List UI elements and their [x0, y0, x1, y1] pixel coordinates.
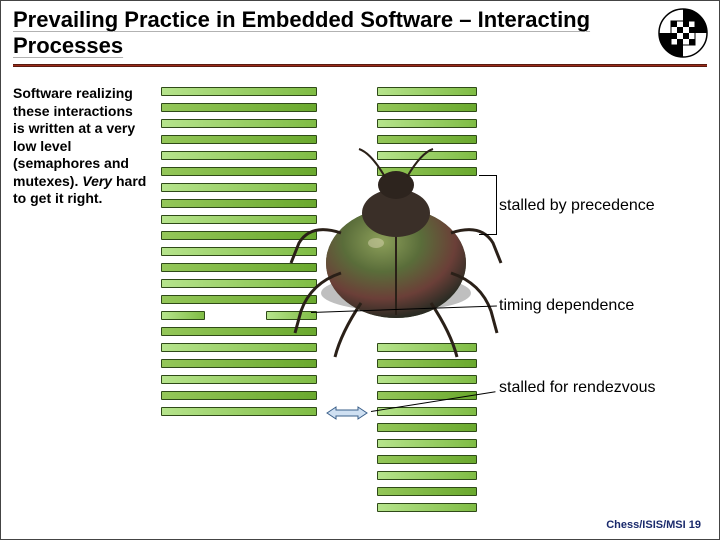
- process-bar: [161, 87, 317, 96]
- title-rule: [13, 64, 707, 67]
- chess-logo: [657, 7, 709, 59]
- process-bar: [377, 87, 477, 96]
- process-bar: [377, 503, 477, 512]
- slide-header: Prevailing Practice in Embedded Software…: [1, 1, 719, 75]
- process-bar: [161, 407, 317, 416]
- annotation-brace: [479, 175, 497, 235]
- footer-credit: Chess/ISIS/MSI 19: [606, 519, 701, 531]
- process-bar: [377, 423, 477, 432]
- annotation-precedence: stalled by precedence: [499, 197, 655, 215]
- process-bar: [161, 391, 317, 400]
- bug-illustration: [281, 143, 511, 373]
- process-bar: [161, 311, 205, 320]
- annotation-rendezvous: stalled for rendezvous: [499, 379, 656, 397]
- slide-content: Software realizing these interactions is…: [1, 79, 719, 539]
- body-paragraph: Software realizing these interactions is…: [13, 85, 148, 208]
- process-bar: [377, 471, 477, 480]
- process-bar: [161, 375, 317, 384]
- double-arrow-icon: [326, 406, 368, 420]
- process-bar: [377, 375, 477, 384]
- body-text-emph: Very: [82, 173, 112, 189]
- process-bar: [377, 439, 477, 448]
- process-bar: [161, 103, 317, 112]
- slide-title: Prevailing Practice in Embedded Software…: [13, 7, 707, 60]
- process-bar: [377, 455, 477, 464]
- process-bar: [377, 487, 477, 496]
- process-bar: [161, 119, 317, 128]
- process-bar: [377, 103, 477, 112]
- process-bar: [377, 119, 477, 128]
- annotation-timing: timing dependence: [499, 297, 634, 315]
